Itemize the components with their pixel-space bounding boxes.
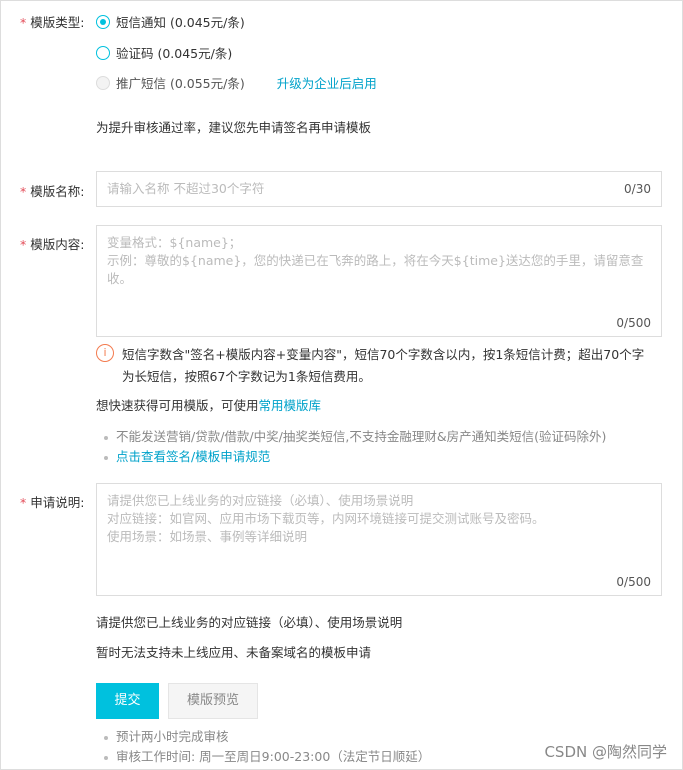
- radio-sms-notice[interactable]: 短信通知 (0.045元/条): [96, 12, 245, 31]
- radio-label: 短信通知 (0.045元/条): [116, 15, 245, 30]
- common-template-link[interactable]: 常用模版库: [259, 398, 322, 413]
- textarea-placeholder: 请提供您已上线业务的对应链接（必填）、使用场景说明 对应链接：如官网、应用市场下…: [107, 493, 545, 544]
- required-mark: *: [20, 15, 27, 30]
- list-item: 预计两小时完成审核: [100, 727, 430, 747]
- char-counter: 0/500: [616, 575, 651, 589]
- template-type-label: * 模版类型:: [20, 15, 85, 30]
- length-warning: i 短信字数含"签名+模版内容+变量内容"，短信70个字数含以内，按1条短信计费…: [96, 344, 656, 388]
- apply-desc-textarea[interactable]: 请提供您已上线业务的对应链接（必填）、使用场景说明 对应链接：如官网、应用市场下…: [96, 483, 662, 596]
- radio-label: 验证码 (0.045元/条): [116, 46, 233, 61]
- warning-text: 短信字数含"签名+模版内容+变量内容"，短信70个字数含以内，按1条短信计费；超…: [122, 347, 645, 384]
- apply-desc-label: * 申请说明:: [20, 495, 85, 510]
- list-item: 不能发送营销/贷款/借款/中奖/抽奖类短信,不支持金融理财&房产通知类短信(验证…: [100, 427, 606, 447]
- template-content-textarea[interactable]: 变量格式：${name}； 示例：尊敬的${name}，您的快递已在飞奔的路上，…: [96, 225, 662, 337]
- char-counter: 0/30: [624, 182, 651, 196]
- radio-checked-icon[interactable]: [96, 14, 110, 29]
- textarea-placeholder: 变量格式：${name}； 示例：尊敬的${name}，您的快递已在飞奔的路上，…: [107, 235, 644, 286]
- radio-verification-code[interactable]: 验证码 (0.045元/条): [96, 43, 232, 62]
- type-hint: 为提升审核通过率，建议您先申请签名再申请模板: [96, 120, 372, 135]
- quick-template-hint: 想快速获得可用模版，可使用常用模版库: [96, 398, 322, 413]
- input-placeholder: 请输入名称 不超过30个字符: [107, 181, 265, 196]
- list-item: 点击查看签名/模板申请规范: [100, 447, 606, 467]
- required-mark: *: [20, 184, 27, 199]
- content-rules-list: 不能发送营销/贷款/借款/中奖/抽奖类短信,不支持金融理财&房产通知类短信(验证…: [100, 427, 606, 467]
- template-name-label: * 模版名称:: [20, 184, 85, 199]
- radio-promotion-sms: 推广短信 (0.055元/条) 升级为企业后启用: [96, 73, 377, 92]
- template-content-label: * 模版内容:: [20, 237, 85, 252]
- template-name-input[interactable]: 请输入名称 不超过30个字符 0/30: [96, 171, 662, 207]
- watermark: CSDN @陶然同学: [544, 743, 667, 761]
- radio-label: 推广短信 (0.055元/条): [116, 76, 245, 91]
- upgrade-link[interactable]: 升级为企业后启用: [277, 73, 377, 92]
- apply-note-2: 暂时无法支持未上线应用、未备案域名的模板申请: [96, 645, 372, 660]
- submit-button[interactable]: 提交: [96, 683, 159, 719]
- required-mark: *: [20, 495, 27, 510]
- radio-icon[interactable]: [96, 45, 110, 60]
- rules-link[interactable]: 点击查看签名/模板申请规范: [116, 449, 270, 464]
- info-circle-icon: i: [96, 344, 114, 362]
- review-info-list: 预计两小时完成审核 审核工作时间: 周一至周日9:00-23:00（法定节日顺延…: [100, 727, 430, 767]
- required-mark: *: [20, 237, 27, 252]
- radio-disabled-icon: [96, 75, 110, 90]
- apply-note-1: 请提供您已上线业务的对应链接（必填）、使用场景说明: [96, 615, 403, 630]
- list-item: 审核工作时间: 周一至周日9:00-23:00（法定节日顺延）: [100, 747, 430, 767]
- char-counter: 0/500: [616, 316, 651, 330]
- preview-button[interactable]: 模版预览: [168, 683, 258, 719]
